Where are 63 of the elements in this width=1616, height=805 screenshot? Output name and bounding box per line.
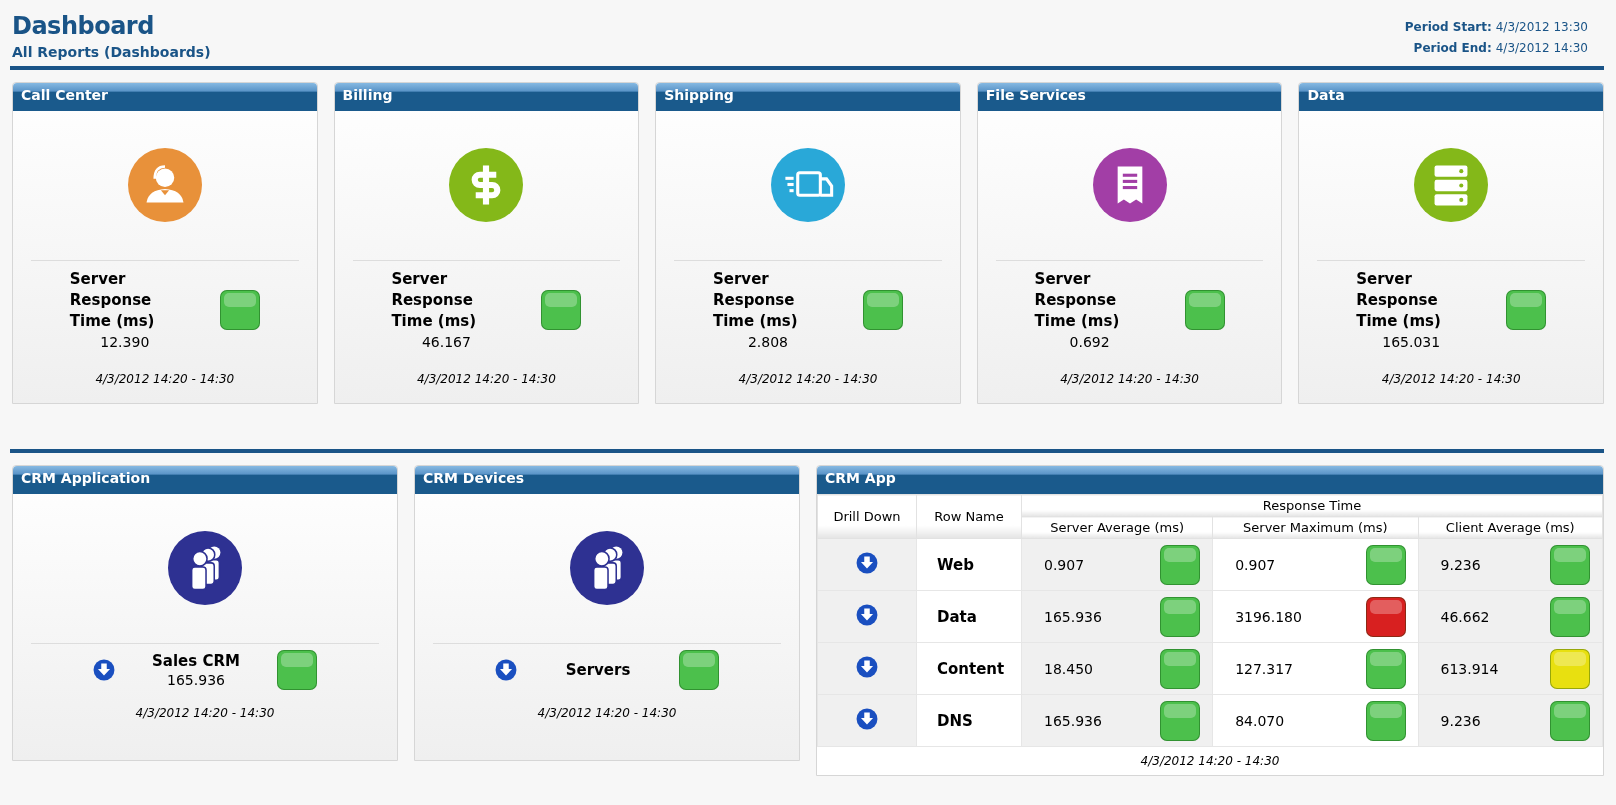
row-name: DNS: [916, 694, 1022, 747]
item-label: Sales CRM: [152, 652, 240, 670]
cell-value: 0.907: [1044, 556, 1085, 573]
card-title: Data: [1299, 83, 1603, 111]
drill-down-button[interactable]: [93, 659, 115, 681]
drill-down-button[interactable]: [495, 659, 517, 681]
row-name: Web: [916, 538, 1022, 591]
cell-value: 165.936: [1044, 712, 1102, 729]
column-header: Drill Down: [817, 494, 917, 539]
metric-label: Server Response Time (ms): [1034, 269, 1121, 332]
drill-down-button[interactable]: [856, 656, 878, 678]
period-label: 4/3/2012 14:20 - 14:30: [737, 372, 879, 386]
metric-label: Server Response Time (ms): [1356, 269, 1442, 332]
card-title: Call Center: [13, 83, 317, 111]
column-group-header: Response Time: [1021, 494, 1603, 517]
metric-value: 165.031: [1382, 334, 1441, 350]
card-title: Billing: [334, 83, 639, 111]
card-title: File Services: [977, 83, 1282, 111]
cell-value: 18.450: [1044, 660, 1093, 677]
row-name: Data: [916, 590, 1022, 643]
period-label: 4/3/2012 14:20 - 14:30: [536, 706, 678, 720]
metric-label: Server Response Time (ms): [69, 269, 156, 332]
item-label: Servers: [565, 661, 631, 679]
metric-value: 0.692: [1069, 334, 1110, 350]
card-title: CRM Application: [13, 466, 397, 494]
breadcrumb-link[interactable]: All Reports (Dashboards): [12, 44, 211, 60]
period-label: 4/3/2012 14:20 - 14:30: [1139, 753, 1281, 770]
column-header: Server Maximum (ms): [1212, 516, 1419, 539]
period-label: 4/3/2012 14:20 - 14:30: [134, 706, 276, 720]
drill-down-button[interactable]: [856, 604, 878, 626]
item-value: 165.936: [167, 672, 225, 688]
period-value: 4/3/2012 13:30: [1495, 20, 1588, 34]
cell-value: 127.317: [1235, 660, 1294, 677]
cell-value: 9.236: [1440, 556, 1481, 573]
cell-value: 613.914: [1440, 660, 1499, 677]
period-value: 4/3/2012 14:30: [1495, 41, 1588, 55]
period-label: Period Start:: [1404, 20, 1492, 34]
period-label: 4/3/2012 14:20 - 14:30: [94, 372, 236, 386]
period-label: Period End:: [1413, 41, 1492, 55]
card-title: CRM Devices: [415, 466, 799, 494]
drill-down-button[interactable]: [856, 708, 878, 730]
cell-value: 3196.180: [1235, 608, 1302, 625]
period-label: 4/3/2012 14:20 - 14:30: [1059, 372, 1200, 386]
metric-value: 2.808: [747, 334, 789, 350]
card-title: Shipping: [656, 83, 960, 111]
period-label: 4/3/2012 14:20 - 14:30: [415, 372, 557, 386]
cell-value: 0.907: [1235, 556, 1276, 573]
cell-value: 9.236: [1440, 712, 1481, 729]
column-header: Server Average (ms): [1021, 516, 1213, 539]
metric-value: 12.390: [100, 334, 150, 350]
metric-value: 46.167: [421, 334, 471, 350]
column-header: Client Average (ms): [1418, 516, 1603, 539]
page-title: Dashboard: [12, 12, 155, 40]
column-header: Row Name: [916, 494, 1022, 539]
metric-label: Server Response Time (ms): [391, 269, 478, 332]
card-title: CRM App: [817, 466, 1603, 494]
row-name: Content: [916, 642, 1022, 695]
cell-value: 84.070: [1235, 712, 1285, 729]
period-label: 4/3/2012 14:20 - 14:30: [1380, 372, 1522, 386]
drill-down-button[interactable]: [856, 552, 878, 574]
cell-value: 46.662: [1440, 608, 1490, 625]
cell-value: 165.936: [1044, 608, 1102, 625]
metric-label: Server Response Time (ms): [713, 269, 799, 332]
